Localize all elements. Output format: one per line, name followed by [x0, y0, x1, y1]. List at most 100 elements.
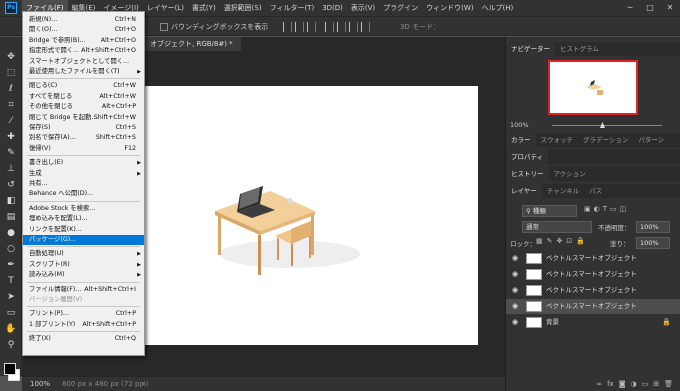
visibility-eye-icon[interactable]: ◉: [512, 267, 518, 282]
navigator-zoom-slider[interactable]: [552, 125, 662, 126]
menu-3d[interactable]: 3D(D): [318, 0, 347, 16]
path-select-icon[interactable]: ➤: [4, 291, 18, 303]
file-menu-item[interactable]: スマートオブジェクトとして開く...: [23, 57, 144, 67]
layer-row[interactable]: ◉ ベクトルスマートオブジェクト: [506, 251, 680, 266]
file-menu-item[interactable]: その他を閉じる Alt+Ctrl+P: [23, 102, 144, 112]
gradient-tool-icon[interactable]: ▤: [4, 211, 18, 223]
tab-history[interactable]: ヒストリー: [506, 167, 549, 181]
maximize-button[interactable]: □: [640, 0, 660, 16]
group-icon[interactable]: ▭: [642, 377, 649, 391]
file-menu-item[interactable]: スクリプト(R) ▶: [23, 260, 144, 270]
tab-navigator[interactable]: ナビゲーター: [506, 42, 555, 56]
type-tool-icon[interactable]: T: [4, 275, 18, 287]
file-menu-item[interactable]: すべてを閉じる Alt+Ctrl+W: [23, 92, 144, 102]
file-menu-item[interactable]: 共有...: [23, 179, 144, 189]
layer-row[interactable]: ◉ 背景 🔒: [506, 315, 680, 330]
close-window-button[interactable]: ✕: [660, 0, 680, 16]
layer-row[interactable]: ◉ ベクトルスマートオブジェクト: [506, 267, 680, 282]
status-arrow-icon[interactable]: ›: [142, 377, 145, 391]
foreground-color-swatch[interactable]: [4, 363, 16, 375]
file-menu-item[interactable]: プリント(P)... Ctrl+P: [23, 309, 144, 319]
navigator-preview[interactable]: [548, 60, 638, 115]
distribute-icon[interactable]: [361, 22, 370, 32]
tab-gradients[interactable]: グラデーション: [578, 133, 633, 147]
align-bottom-icon[interactable]: [349, 22, 358, 32]
file-menu-item[interactable]: 復帰(V) F12: [23, 144, 144, 154]
zoom-tool-icon[interactable]: ⚲: [4, 339, 18, 351]
file-menu-item[interactable]: 埋め込みを配置(L)...: [23, 214, 144, 224]
dodge-tool-icon[interactable]: ○: [4, 243, 18, 255]
file-menu-item[interactable]: 開く(O)... Ctrl+O: [23, 25, 144, 35]
file-menu-item[interactable]: 保存(S) Ctrl+S: [23, 123, 144, 133]
visibility-eye-icon[interactable]: ◉: [512, 251, 518, 266]
align-right-icon[interactable]: [307, 22, 316, 32]
zoom-level[interactable]: 100%: [30, 377, 50, 391]
file-menu-item[interactable]: Bridge で参照(B)... Alt+Ctrl+O: [23, 36, 144, 46]
opacity-field[interactable]: 100%: [636, 221, 670, 233]
tab-paths[interactable]: パス: [584, 184, 607, 198]
tab-swatches[interactable]: スウォッチ: [536, 133, 579, 147]
file-menu-item[interactable]: 閉じる(C) Ctrl+W: [23, 81, 144, 91]
eraser-tool-icon[interactable]: ◧: [4, 195, 18, 207]
file-menu-item[interactable]: 読み込み(M) ▶: [23, 270, 144, 280]
mask-icon[interactable]: ◙: [619, 377, 626, 391]
menu-layer[interactable]: レイヤー(L): [143, 0, 188, 16]
menu-filter[interactable]: フィルター(T): [266, 0, 319, 16]
layer-row[interactable]: ◉ ベクトルスマートオブジェクト: [506, 299, 680, 314]
fill-field[interactable]: 100%: [636, 237, 670, 249]
crop-tool-icon[interactable]: ⌗: [4, 99, 18, 111]
link-icon[interactable]: ∞: [596, 377, 602, 391]
stamp-tool-icon[interactable]: ⊥: [4, 163, 18, 175]
align-middle-icon[interactable]: [337, 22, 346, 32]
menu-plugins[interactable]: プラグイン: [379, 0, 422, 16]
history-brush-icon[interactable]: ↺: [4, 179, 18, 191]
tab-actions[interactable]: アクション: [549, 167, 591, 181]
file-menu-item[interactable]: 書き出し(E) ▶: [23, 158, 144, 168]
pen-tool-icon[interactable]: ✒: [4, 259, 18, 271]
tab-color[interactable]: カラー: [506, 133, 536, 147]
align-top-icon[interactable]: [325, 22, 334, 32]
brush-tool-icon[interactable]: ✎: [4, 147, 18, 159]
file-menu-item[interactable]: Behance へ公開(D)...: [23, 189, 144, 199]
file-menu-item[interactable]: 生成 ▶: [23, 169, 144, 179]
navigator-zoom[interactable]: 100%: [510, 121, 529, 129]
marquee-tool-icon[interactable]: ⬚: [4, 67, 18, 79]
tab-channels[interactable]: チャンネル: [542, 184, 584, 198]
shape-tool-icon[interactable]: ▭: [4, 307, 18, 319]
file-menu-item[interactable]: 1 部プリント(Y) Alt+Shift+Ctrl+P: [23, 320, 144, 330]
eyedropper-tool-icon[interactable]: ⁄: [4, 115, 18, 127]
visibility-eye-icon[interactable]: ◉: [512, 283, 518, 298]
visibility-eye-icon[interactable]: ◉: [512, 299, 518, 314]
fx-icon[interactable]: fx: [607, 377, 614, 391]
align-left-icon[interactable]: [283, 22, 292, 32]
layer-filter-select[interactable]: ⚲ 種類: [522, 205, 577, 217]
layer-row[interactable]: ◉ ベクトルスマートオブジェクト: [506, 283, 680, 298]
menu-type[interactable]: 書式(Y): [188, 0, 220, 16]
tab-layers[interactable]: レイヤー: [506, 184, 542, 198]
tab-histogram[interactable]: ヒストグラム: [555, 42, 604, 56]
align-center-icon[interactable]: [295, 22, 304, 32]
healing-tool-icon[interactable]: ✚: [4, 131, 18, 143]
menu-select[interactable]: 選択範囲(S): [220, 0, 266, 16]
tab-patterns[interactable]: パターン: [633, 133, 669, 147]
document-tab[interactable]: オブジェクト, RGB/8#) *: [142, 37, 241, 51]
blend-mode-select[interactable]: 通常: [522, 221, 592, 233]
minimize-button[interactable]: ─: [620, 0, 640, 16]
menu-view[interactable]: 表示(V): [347, 0, 379, 16]
blur-tool-icon[interactable]: ●: [4, 227, 18, 239]
visibility-eye-icon[interactable]: ◉: [512, 315, 518, 330]
menu-help[interactable]: ヘルプ(H): [478, 0, 518, 16]
file-menu-item[interactable]: Adobe Stock を検索...: [23, 204, 144, 214]
file-menu-item[interactable]: 指定形式で開く... Alt+Shift+Ctrl+O: [23, 46, 144, 56]
hand-tool-icon[interactable]: ✋: [4, 323, 18, 335]
move-tool-icon[interactable]: ✥: [4, 51, 18, 63]
layer-filter-icons[interactable]: ▣◐T▭◫: [584, 205, 629, 213]
new-layer-icon[interactable]: ⊞: [653, 377, 659, 391]
bounding-box-option[interactable]: バウンディングボックスを表示: [160, 20, 268, 34]
menu-window[interactable]: ウィンドウ(W): [422, 0, 477, 16]
file-menu-item[interactable]: ファイル情報(F)... Alt+Shift+Ctrl+I: [23, 285, 144, 295]
file-menu-item[interactable]: リンクを配置(K)...: [23, 225, 144, 235]
file-menu-item[interactable]: 別名で保存(A)... Shift+Ctrl+S: [23, 133, 144, 143]
bounding-box-checkbox[interactable]: [160, 23, 168, 31]
document-canvas[interactable]: [145, 86, 478, 345]
